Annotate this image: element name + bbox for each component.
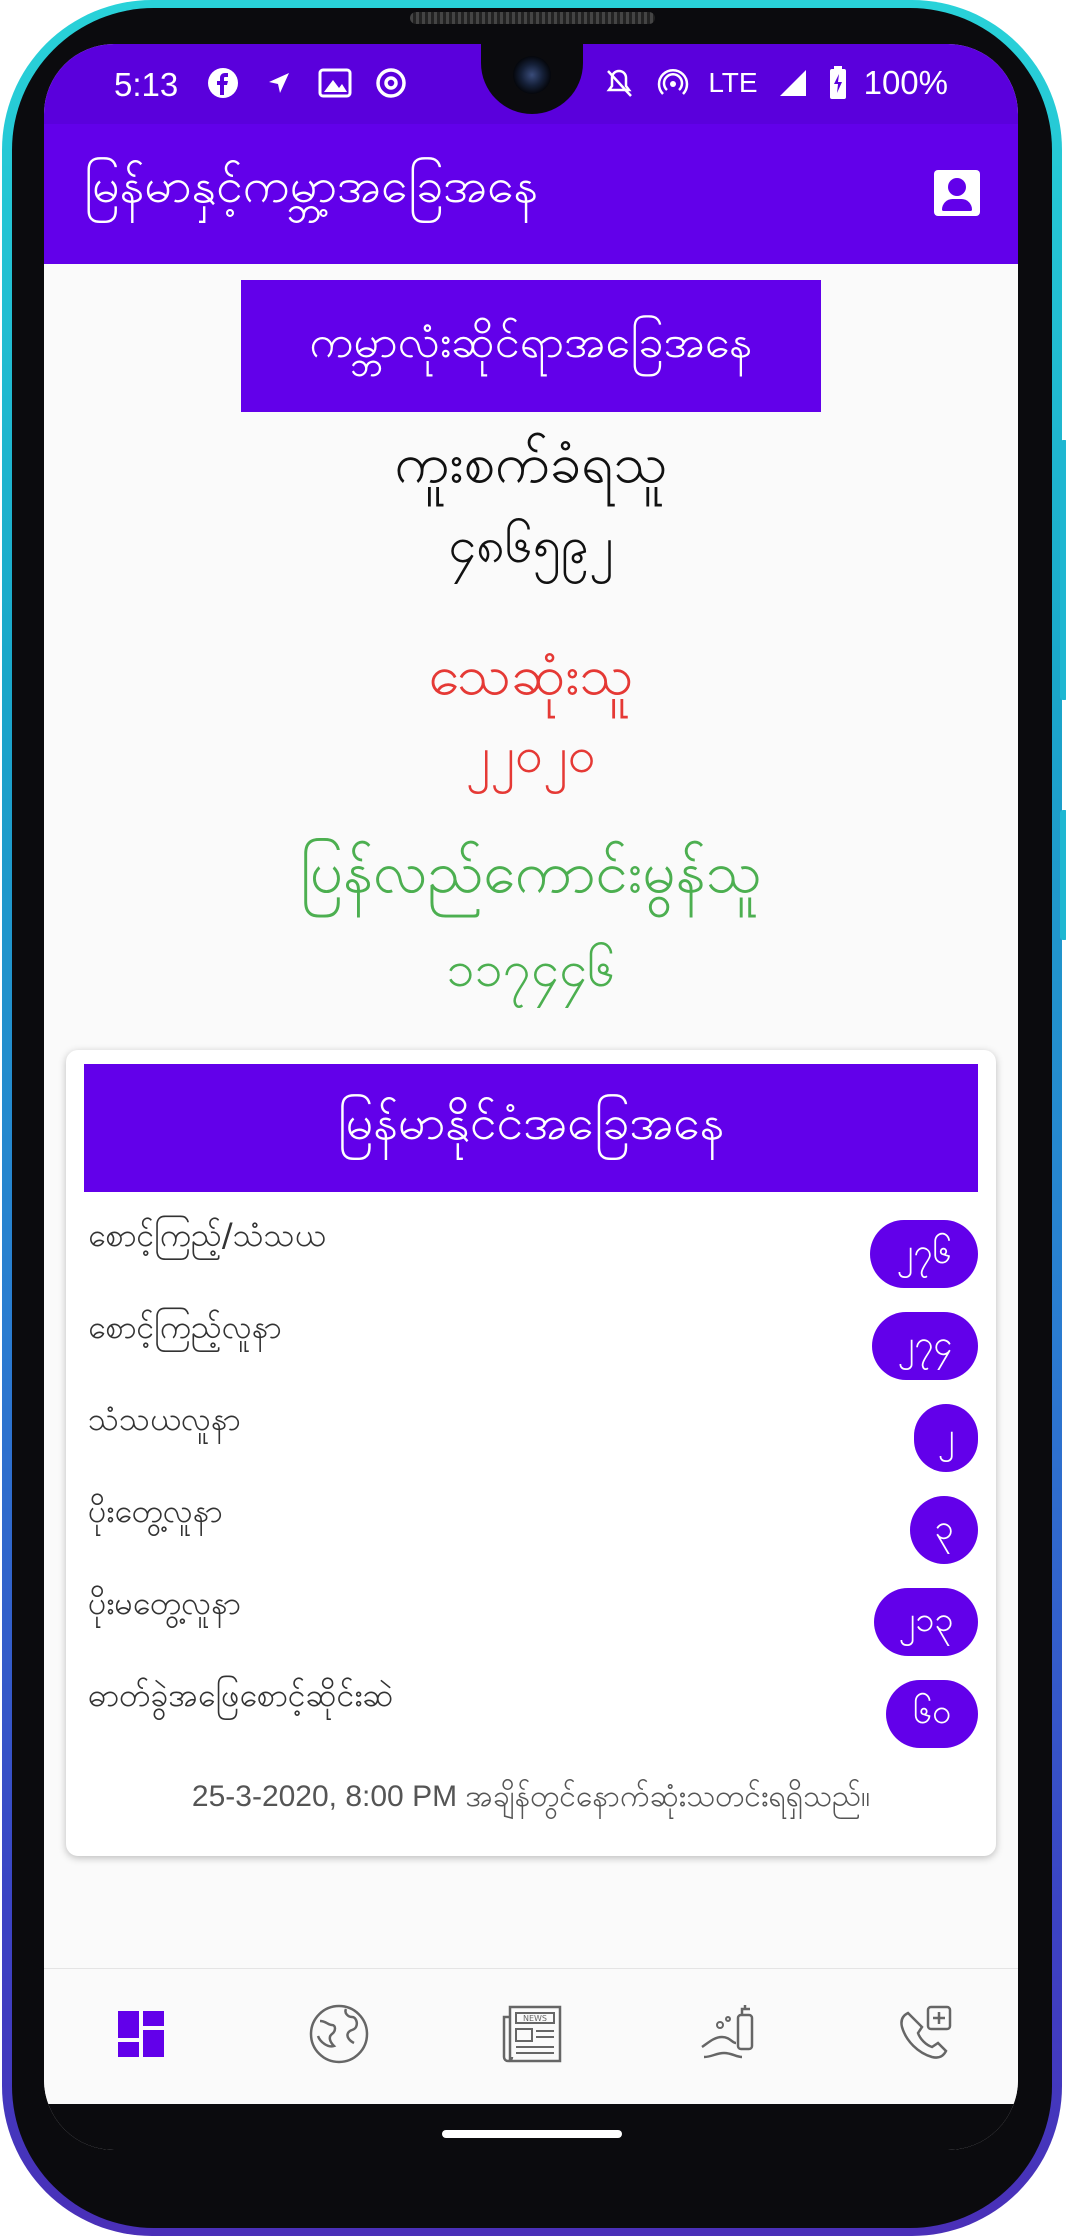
- global-deaths-value: ၂၂၀၂၀: [466, 726, 596, 784]
- svg-text:NEWS: NEWS: [523, 2014, 547, 2023]
- myanmar-status-header: မြန်မာနိုင်ငံအခြေအနေ: [84, 1064, 978, 1192]
- status-time: 5:13: [114, 66, 179, 103]
- home-indicator[interactable]: [442, 2130, 622, 2138]
- hotspot-icon: [654, 64, 692, 102]
- facebook-icon: [204, 64, 242, 102]
- front-camera: [513, 56, 551, 94]
- app-bar: မြန်မာနှင့်ကမ္ဘာ့အခြေအနေ: [44, 124, 1018, 264]
- list-item: ပိုးမတွေ့လူနာ ၂၁၃: [88, 1582, 978, 1662]
- gesture-area: [44, 2104, 1018, 2150]
- row-label-observation-suspected: စောင့်ကြည့်/သံသယ: [88, 1216, 326, 1254]
- count-badge: ၂၁၃: [874, 1588, 978, 1656]
- mute-icon: [600, 64, 638, 102]
- handwash-icon[interactable]: [694, 1999, 764, 2069]
- row-label-negative-patients: ပိုးမတွေ့လူနာ: [88, 1584, 241, 1622]
- volume-button: [1060, 440, 1066, 700]
- global-confirmed-value: ၄၈၆၅၉၂: [448, 516, 614, 574]
- system-status: LTE 100%: [600, 64, 948, 102]
- global-confirmed-label: ကူးစက်ခံရသူ: [394, 431, 668, 496]
- news-icon[interactable]: NEWS: [498, 1999, 568, 2069]
- dashboard-icon[interactable]: [106, 1999, 176, 2069]
- row-label-positive-patients: ပိုးတွေ့လူနာ: [88, 1492, 223, 1530]
- myanmar-status-card: မြန်မာနိုင်ငံအခြေအနေ စောင့်ကြည့်/သံသယ ၂၇…: [66, 1050, 996, 1856]
- row-label-observation-patients: စောင့်ကြည့်လူနာ: [88, 1308, 282, 1346]
- list-item: ဓာတ်ခွဲအဖြေစောင့်ဆိုင်းဆဲ ၆၀: [88, 1674, 978, 1754]
- battery-icon: [828, 64, 848, 102]
- status-bar: 5:13 LTE 100%: [44, 44, 1018, 124]
- network-type: LTE: [708, 67, 758, 98]
- global-deaths-label: သေဆုံးသူ: [428, 643, 634, 708]
- list-item: သံသယလူနာ ၂: [88, 1398, 978, 1478]
- navigation-icon: [260, 64, 298, 102]
- power-button: [1060, 810, 1066, 940]
- count-badge: ၆၀: [886, 1680, 978, 1748]
- count-badge: ၂၇၄: [872, 1312, 978, 1380]
- medical-call-icon[interactable]: [890, 1999, 960, 2069]
- row-label-pending-results: ဓာတ်ခွဲအဖြေစောင့်ဆိုင်းဆဲ: [88, 1676, 394, 1714]
- notification-icons: [204, 64, 410, 102]
- list-item: စောင့်ကြည့်လူနာ ၂၇၄: [88, 1306, 978, 1386]
- bottom-navigation: NEWS: [44, 1968, 1018, 2099]
- list-item: စောင့်ကြည့်/သံသယ ၂၇၆: [88, 1214, 978, 1294]
- count-badge: ၂: [914, 1404, 978, 1472]
- last-updated-text: 25-3-2020, 8:00 PM အချိန်တွင်နောက်ဆုံးသတ…: [191, 1780, 871, 1813]
- count-badge: ၂၇၆: [870, 1220, 978, 1288]
- screen: 5:13 LTE 100% မြန်မာနှင့်ကမ္ဘာ့အခြေအနေ က…: [44, 44, 1018, 2150]
- app-title: မြန်မာနှင့်ကမ္ဘာ့အခြေအနေ: [84, 158, 539, 214]
- global-recovered-value: ၁၁၇၄၄၆: [446, 940, 616, 998]
- image-icon: [316, 64, 354, 102]
- battery-percent: 100%: [863, 64, 948, 101]
- earpiece-speaker: [410, 12, 655, 24]
- global-status-header: ကမ္ဘာလုံးဆိုင်ရာအခြေအနေ: [241, 280, 821, 412]
- global-recovered-label: ပြန်လည်ကောင်းမွန်သူ: [300, 838, 762, 906]
- count-badge: ၃: [910, 1496, 978, 1564]
- globe-icon[interactable]: [304, 1999, 374, 2069]
- account-box-icon[interactable]: [934, 170, 980, 216]
- list-item: ပိုးတွေ့လူနာ ၃: [88, 1490, 978, 1570]
- row-label-suspected-patients: သံသယလူနာ: [88, 1400, 241, 1438]
- signal-icon: [774, 64, 812, 102]
- at-sign-icon: [372, 64, 410, 102]
